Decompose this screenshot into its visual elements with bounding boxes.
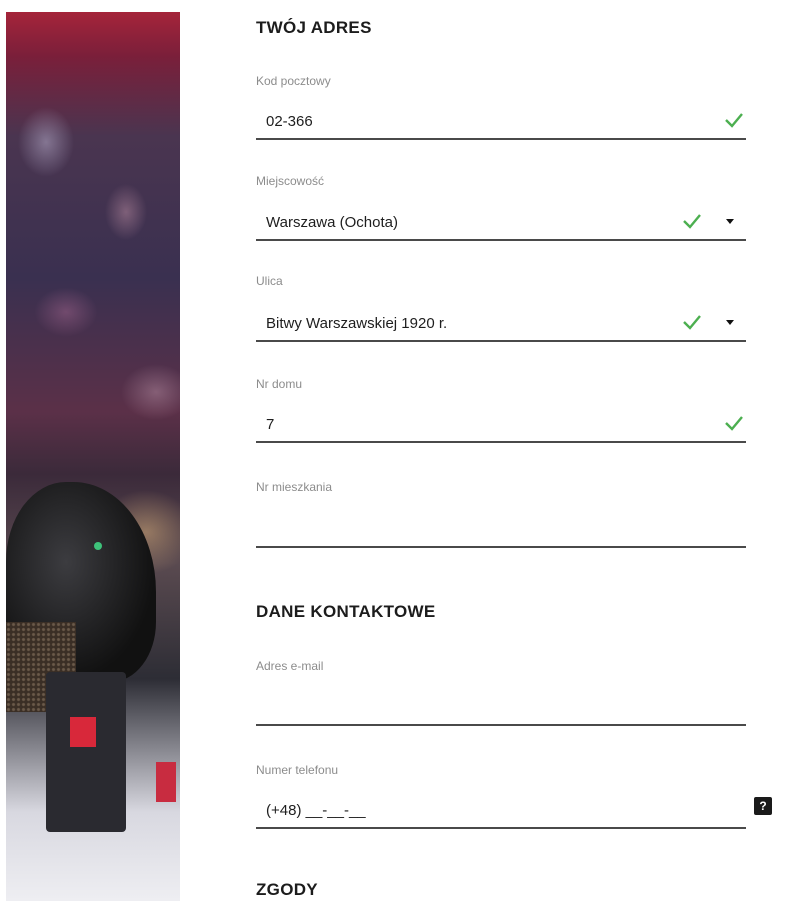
- contact-section-title: DANE KONTAKTOWE: [256, 602, 436, 621]
- camera-led: [94, 542, 102, 550]
- phone-value: (+48) __-__-__: [266, 802, 366, 819]
- checkmark-icon: [682, 213, 702, 229]
- checkmark-icon: [724, 112, 744, 128]
- city-label: Miejscowość: [256, 174, 325, 188]
- house-number-value: 7: [266, 416, 275, 433]
- phone-field[interactable]: (+48) __-__-__: [256, 799, 746, 829]
- checkmark-icon: [682, 314, 702, 330]
- postal-code-field[interactable]: 02-366: [256, 110, 746, 140]
- apartment-number-label: Nr mieszkania: [256, 480, 333, 494]
- city-value: Warszawa (Ochota): [266, 214, 398, 231]
- house-number-field[interactable]: 7: [256, 413, 746, 443]
- street-label: Ulica: [256, 274, 283, 288]
- caret-down-icon[interactable]: [726, 219, 734, 224]
- address-section-title: TWÓJ ADRES: [256, 18, 372, 37]
- street-value: Bitwy Warszawskiej 1920 r.: [266, 315, 448, 332]
- camera-rig: [46, 672, 126, 832]
- email-field[interactable]: [256, 696, 746, 726]
- red-logo-badge: [70, 717, 96, 747]
- postal-code-value: 02-366: [266, 113, 313, 130]
- email-label: Adres e-mail: [256, 659, 324, 673]
- street-select[interactable]: Bitwy Warszawskiej 1920 r.: [256, 312, 746, 342]
- phone-label: Numer telefonu: [256, 763, 339, 777]
- city-select[interactable]: Warszawa (Ochota): [256, 211, 746, 241]
- caret-down-icon[interactable]: [726, 320, 734, 325]
- question-icon[interactable]: ?: [754, 797, 772, 815]
- side-photo: [6, 12, 180, 901]
- consents-section-title: ZGODY: [256, 880, 318, 899]
- red-sign: [156, 762, 176, 802]
- house-number-label: Nr domu: [256, 377, 303, 391]
- postal-code-label: Kod pocztowy: [256, 74, 331, 88]
- checkmark-icon: [724, 415, 744, 431]
- apartment-number-field[interactable]: [256, 518, 746, 548]
